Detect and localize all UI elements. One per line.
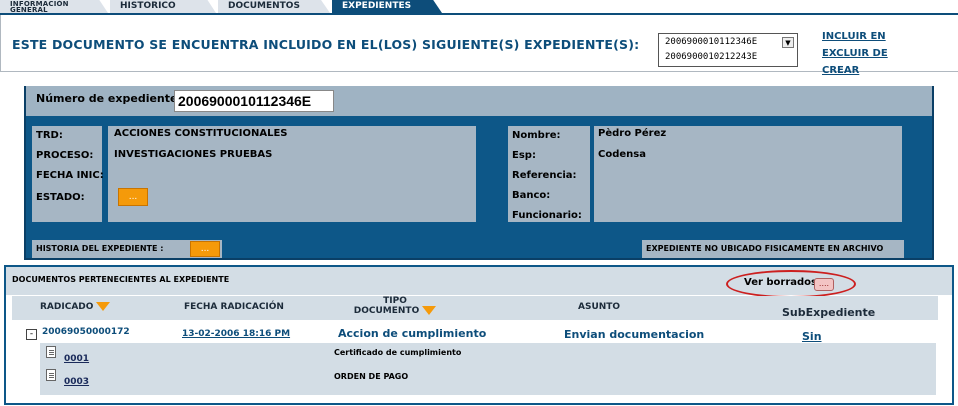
historia-label: HISTORIA DEL EXPEDIENTE : [36, 244, 164, 253]
archivo-status-bar: EXPEDIENTE NO UBICADO FISICAMENTE EN ARC… [642, 240, 904, 258]
tab-informacion-general[interactable]: INFORMACIÓN GENERAL [0, 0, 108, 13]
col-asunto: ASUNTO [578, 302, 621, 312]
tab-bar: INFORMACIÓN GENERAL HISTORICO DOCUMENTOS… [0, 0, 958, 14]
col-tipo-label-2: DOCUMENTO [353, 306, 420, 316]
referencia-label: Referencia: [512, 170, 577, 181]
banco-label: Banco: [512, 190, 551, 201]
asunto-value: Envian documentacion [564, 328, 705, 341]
proceso-value: INVESTIGACIONES PRUEBAS [114, 149, 273, 160]
proceso-label: PROCESO: [36, 150, 94, 161]
nombre-label: Nombre: [512, 130, 561, 141]
anexo-description: Certificado de cumplimiento [334, 348, 462, 357]
archivo-status: EXPEDIENTE NO UBICADO FISICAMENTE EN ARC… [646, 244, 884, 253]
esp-value: Codensa [598, 149, 646, 160]
tab-documentos[interactable]: DOCUMENTOS [218, 0, 330, 13]
expedientes-select[interactable]: 2006900010112346E 2006900010212243E ▼ [658, 33, 798, 67]
col-fecha: FECHA RADICACIÓN [184, 302, 284, 312]
excluir-link[interactable]: EXCLUIR DE [822, 48, 888, 59]
trd-value: ACCIONES CONSTITUCIONALES [114, 128, 288, 139]
estado-label: ESTADO: [36, 192, 85, 203]
col-tipo[interactable]: TIPO DOCUMENTO [350, 296, 440, 316]
expediente-option[interactable]: 2006900010112346E [665, 37, 757, 47]
chevron-down-icon[interactable]: ▼ [782, 37, 794, 48]
tab-historico[interactable]: HISTORICO [110, 0, 216, 13]
documents-title: DOCUMENTOS PERTENECIENTES AL EXPEDIENTE [12, 275, 230, 284]
sort-arrow-icon[interactable] [422, 306, 437, 315]
col-radicado-label: RADICADO [40, 302, 94, 312]
numero-label: Número de expediente [36, 92, 178, 105]
document-icon [46, 369, 56, 381]
col-subexpediente: SubExpediente [782, 306, 876, 319]
radicado-value[interactable]: 20069050000172 [42, 327, 130, 337]
anexos-block [40, 343, 936, 395]
sort-arrow-icon[interactable] [96, 302, 111, 311]
incluir-link[interactable]: INCLUIR EN [822, 31, 886, 42]
tab-label: INFORMACIÓN GENERAL [10, 0, 69, 14]
left-values-box [108, 126, 476, 222]
right-values-box [594, 126, 902, 222]
tab-label: DOCUMENTOS [228, 1, 300, 11]
document-icon [46, 346, 56, 358]
historia-bar: HISTORIA DEL EXPEDIENTE : ... [32, 240, 222, 258]
numero-field[interactable]: 2006900010112346E [174, 90, 334, 112]
tab-label: EXPEDIENTES [342, 1, 412, 11]
funcionario-label: Funcionario: [512, 210, 582, 221]
historia-button[interactable]: ... [190, 241, 220, 257]
anexo-code-link[interactable]: 0003 [64, 377, 89, 387]
nombre-value: Pèdro Pérez [598, 128, 667, 139]
fecha-radicacion-link[interactable]: 13-02-2006 18:16 PM [182, 329, 290, 339]
tab-expedientes[interactable]: EXPEDIENTES [332, 0, 442, 13]
trd-label: TRD: [36, 130, 63, 141]
anexo-code-link[interactable]: 0001 [64, 354, 89, 364]
ver-borrados-button[interactable]: .... [814, 278, 834, 291]
tipo-documento-value: Accion de cumplimiento [338, 327, 487, 340]
subexpediente-link[interactable]: Sin [802, 330, 822, 343]
anexo-description: ORDEN DE PAGO [334, 372, 409, 381]
fecha-inic-label: FECHA INIC: [36, 170, 104, 181]
page-heading: ESTE DOCUMENTO SE ENCUENTRA INCLUIDO EN … [12, 37, 640, 52]
col-tipo-label-1: TIPO [383, 296, 407, 306]
col-radicado[interactable]: RADICADO [40, 302, 111, 312]
esp-label: Esp: [512, 150, 536, 161]
collapse-toggle-icon[interactable]: - [26, 329, 37, 340]
tab-label: HISTORICO [120, 1, 176, 11]
crear-link[interactable]: CREAR [822, 65, 859, 76]
expediente-option[interactable]: 2006900010212243E [665, 52, 757, 62]
estado-button[interactable]: ... [118, 188, 148, 206]
ver-borrados-label[interactable]: Ver borrados [744, 277, 817, 288]
col-tipo-label-2-wrap: DOCUMENTO [350, 306, 440, 316]
